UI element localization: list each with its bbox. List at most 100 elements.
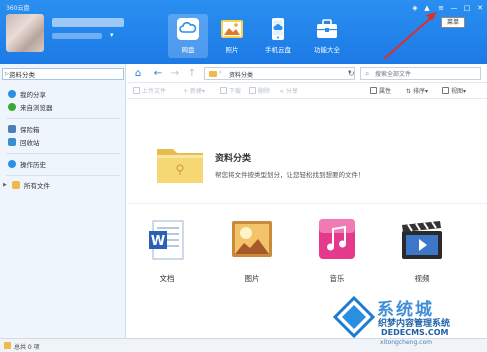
properties-label: 属性 xyxy=(379,88,392,95)
maximize-icon[interactable]: □ xyxy=(462,4,472,13)
toolbox-icon xyxy=(317,19,337,38)
path-arrow-icon: › xyxy=(219,69,222,76)
search-input[interactable] xyxy=(375,69,475,79)
tab-cloud-drive[interactable]: 网盘 xyxy=(168,14,208,58)
sidebar-item-safe[interactable]: 保险箱 xyxy=(0,123,126,135)
tab-toolbox[interactable]: 功能大全 xyxy=(307,14,347,58)
delete-label: 删除 xyxy=(258,88,271,95)
plus-icon: + xyxy=(183,88,190,95)
download-icon xyxy=(220,87,227,94)
sidebar-item-my-share[interactable]: 我的分享 xyxy=(0,88,126,100)
sidebar-item-label: 我的分享 xyxy=(20,91,46,99)
title-bar: 360云盘 ▾ 网盘 照片 手机云盘 功能大全 ◈ ▲ ≡ — □ ✕ 菜单 xyxy=(0,0,487,64)
category-description: 帮您将文件按类型划分，让您轻松找到想要的文件！ xyxy=(215,171,365,179)
file-type-label: 视频 xyxy=(414,274,430,283)
file-type-document[interactable]: W 文档 xyxy=(137,217,197,284)
forward-icon[interactable]: → xyxy=(168,67,182,80)
sort-button[interactable]: ⇅ 排序▾ xyxy=(406,86,428,95)
up-icon[interactable]: ↑ xyxy=(185,67,199,80)
sort-icon: ⇅ xyxy=(406,88,413,95)
search-icon[interactable]: ⌕ xyxy=(365,69,369,79)
refresh-icon[interactable]: ↻ xyxy=(348,67,358,80)
back-icon[interactable]: ← xyxy=(151,67,165,80)
new-label: 新建 xyxy=(189,88,202,95)
folder-icon xyxy=(4,342,11,349)
sidebar-item-browser[interactable]: 来自浏览器 xyxy=(0,101,126,113)
home-icon[interactable]: ⌂ xyxy=(131,67,145,80)
sidebar-item-recycle-bin[interactable]: 回收站 xyxy=(0,136,126,148)
file-type-label: 音乐 xyxy=(329,274,345,283)
download-label: 下载 xyxy=(229,88,242,95)
divider xyxy=(6,175,120,176)
sidebar-item-label: 来自浏览器 xyxy=(20,104,53,112)
sidebar-item-label: 资料分类 xyxy=(9,71,35,79)
file-type-video[interactable]: 视频 xyxy=(392,217,452,284)
svg-text:W: W xyxy=(151,234,165,249)
tab-photos[interactable]: 照片 xyxy=(212,14,252,58)
search-field[interactable]: ⌕ xyxy=(360,67,481,80)
file-type-music[interactable]: 音乐 xyxy=(307,217,367,284)
sidebar-item-category[interactable]: ▷ 资料分类 xyxy=(2,68,124,80)
sidebar-item-label: 保险箱 xyxy=(20,126,40,134)
cloud-drive-icon xyxy=(177,18,199,40)
minimize-icon[interactable]: — xyxy=(449,4,459,13)
upload-icon xyxy=(133,87,140,94)
chevron-down-icon: ▾ xyxy=(201,88,205,95)
menu-tooltip: 菜单 xyxy=(441,17,465,28)
menu-icon[interactable]: ≡ xyxy=(436,4,446,13)
watermark-url: DEDECMS.COM xyxy=(381,328,449,337)
properties-button[interactable]: 属性 xyxy=(370,86,391,95)
download-button[interactable]: 下载 xyxy=(220,86,241,95)
document-icon: W xyxy=(149,220,184,260)
view-button[interactable]: 视图▾ xyxy=(442,86,466,95)
sidebar-item-all-files[interactable]: ▶ 所有文件 xyxy=(0,179,126,191)
folder-icon xyxy=(12,181,20,189)
view-label: 视图 xyxy=(451,88,464,95)
file-type-label: 图片 xyxy=(244,274,260,283)
upload-button[interactable]: 上传文件 xyxy=(133,86,166,95)
file-type-picture[interactable]: 图片 xyxy=(222,217,282,284)
phone-cloud-icon xyxy=(272,18,284,40)
new-button[interactable]: + 新建▾ xyxy=(183,86,205,95)
username-blurred xyxy=(52,18,124,27)
delete-icon xyxy=(249,87,256,94)
chevron-down-icon: ▾ xyxy=(424,88,428,95)
sidebar: ▷ 资料分类 我的分享 来自浏览器 保险箱 回收站 操作历史 ▶ 所有文件 xyxy=(0,64,126,338)
divider xyxy=(6,153,120,154)
app-title: 360云盘 xyxy=(6,5,30,12)
properties-icon xyxy=(370,87,377,94)
upload-label: 上传文件 xyxy=(142,88,167,95)
sort-label: 排序 xyxy=(412,88,425,95)
category-folder-icon xyxy=(157,149,203,183)
path-text: 资料分类 xyxy=(229,72,254,79)
tab-label: 手机云盘 xyxy=(265,46,291,54)
delete-button[interactable]: 删除 xyxy=(249,86,270,95)
share-icon: ⋖ xyxy=(279,88,286,95)
sidebar-item-label: 所有文件 xyxy=(24,182,50,190)
expand-caret-icon[interactable]: ▶ xyxy=(3,182,9,188)
user-dropdown-icon[interactable]: ▾ xyxy=(110,31,114,39)
watermark-logo-icon xyxy=(333,296,375,338)
sidebar-item-history[interactable]: 操作历史 xyxy=(0,158,126,170)
history-icon xyxy=(8,160,16,168)
share-icon xyxy=(8,90,16,98)
avatar[interactable] xyxy=(6,14,44,52)
grid-view-icon xyxy=(442,87,449,94)
photo-icon xyxy=(221,20,243,38)
divider xyxy=(127,203,487,204)
hat-icon[interactable]: ▲ xyxy=(422,4,432,13)
share-button[interactable]: ⋖ 分享 xyxy=(279,86,298,95)
sidebar-item-label: 回收站 xyxy=(20,139,40,147)
tab-phone-cloud[interactable]: 手机云盘 xyxy=(258,14,298,58)
skin-icon[interactable]: ◈ xyxy=(410,4,420,13)
tab-label: 功能大全 xyxy=(314,46,340,54)
browser-icon xyxy=(8,103,16,111)
safe-icon xyxy=(8,125,16,133)
tab-label: 网盘 xyxy=(181,46,195,54)
category-title: 资料分类 xyxy=(215,154,252,164)
close-icon[interactable]: ✕ xyxy=(475,4,485,13)
path-field[interactable]: › 资料分类 ▾ xyxy=(204,67,355,80)
status-text: 总共 0 项 xyxy=(14,344,40,351)
divider xyxy=(6,118,120,119)
tab-label: 照片 xyxy=(225,46,239,54)
